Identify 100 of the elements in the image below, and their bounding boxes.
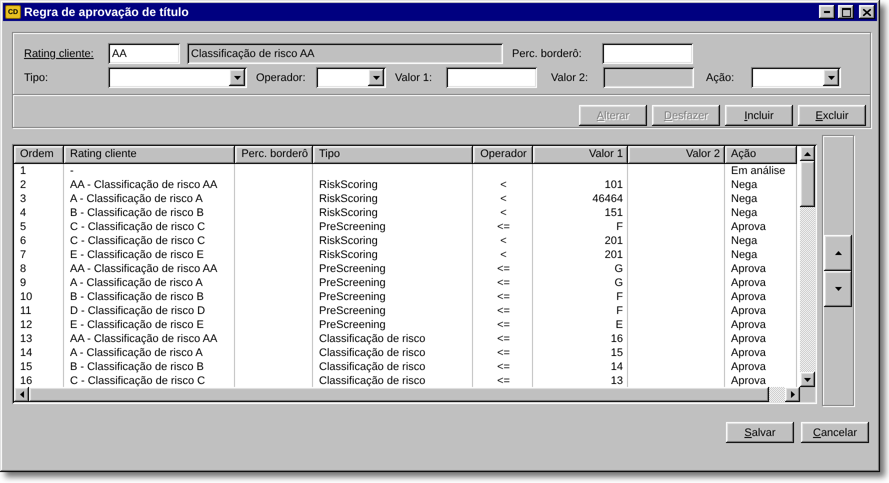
table-cell: 7 <box>14 248 64 262</box>
table-cell: PreScreening <box>313 276 473 290</box>
minimize-button[interactable] <box>819 5 835 19</box>
table-cell: Aprova <box>725 290 797 304</box>
incluir-button[interactable]: Incluir <box>725 105 793 126</box>
close-button[interactable] <box>859 5 875 19</box>
table-cell: Aprova <box>725 276 797 290</box>
maximize-button[interactable] <box>838 5 854 19</box>
table-cell: 10 <box>14 290 64 304</box>
table-cell: <= <box>473 360 533 374</box>
minimize-icon <box>824 11 830 13</box>
scroll-right-button[interactable] <box>785 387 800 402</box>
table-cell: RiskScoring <box>313 248 473 262</box>
table-cell: <= <box>473 346 533 360</box>
table-cell: 12 <box>14 318 64 332</box>
table-cell: < <box>473 248 533 262</box>
table-cell: Aprova <box>725 360 797 374</box>
column-header[interactable]: Ordem <box>14 146 64 164</box>
table-cell: 6 <box>14 234 64 248</box>
cancel-button[interactable]: Cancelar <box>801 422 869 443</box>
table-cell: E - Classificação de risco E <box>64 318 235 332</box>
table-cell: 2 <box>14 178 64 192</box>
table-cell: 11 <box>14 304 64 318</box>
table-cell: A - Classificação de risco A <box>64 192 235 206</box>
table-cell: Nega <box>725 234 797 248</box>
table-cell: <= <box>473 290 533 304</box>
table-cell: <= <box>473 262 533 276</box>
table-cell: E <box>533 318 628 332</box>
dropdown[interactable] <box>108 67 247 88</box>
table-cell: AA - Classificação de risco AA <box>64 262 235 276</box>
table-cell: Em análise <box>725 164 797 178</box>
table-cell: <= <box>473 220 533 234</box>
table-cell: 16 <box>533 332 628 346</box>
table-cell: <= <box>473 276 533 290</box>
table-cell: 8 <box>14 262 64 276</box>
table-cell: RiskScoring <box>313 206 473 220</box>
table-cell: AA - Classificação de risco AA <box>64 178 235 192</box>
table-cell: 201 <box>533 248 628 262</box>
up-triangle-icon <box>834 250 842 254</box>
table-cell: E - Classificação de risco E <box>64 248 235 262</box>
text-field[interactable] <box>446 67 537 88</box>
scroll-left-button[interactable] <box>14 387 29 402</box>
dropdown[interactable] <box>316 67 386 88</box>
table-cell: < <box>473 234 533 248</box>
table-cell: 4 <box>14 206 64 220</box>
table-cell: 101 <box>533 178 628 192</box>
window-title: Regra de aprovação de título <box>24 5 190 19</box>
field-label: Valor 2: <box>551 72 590 84</box>
column-header[interactable]: Ação <box>725 146 797 164</box>
table-cell: < <box>473 178 533 192</box>
column-header[interactable]: Valor 1 <box>533 146 628 164</box>
scroll-thumb[interactable] <box>800 161 815 207</box>
table-cell: Aprova <box>725 304 797 318</box>
column-header[interactable]: Operador <box>473 146 533 164</box>
move-down-button[interactable] <box>824 270 852 306</box>
table-cell: Aprova <box>725 332 797 346</box>
table-cell: G <box>533 276 628 290</box>
table-cell: RiskScoring <box>313 234 473 248</box>
table-cell: PreScreening <box>313 262 473 276</box>
field-label: Perc. borderô: <box>512 48 583 60</box>
table-cell: Nega <box>725 178 797 192</box>
move-up-button[interactable] <box>824 234 852 270</box>
table-cell: PreScreening <box>313 220 473 234</box>
scrollbar-corner <box>800 387 815 402</box>
table-cell: <= <box>473 332 533 346</box>
maximize-icon <box>842 8 850 16</box>
text-field[interactable]: AA <box>108 43 180 64</box>
text-field[interactable] <box>602 43 693 64</box>
table-cell: A - Classificação de risco A <box>64 346 235 360</box>
vertical-scrollbar[interactable] <box>800 146 815 387</box>
scroll-down-button[interactable] <box>800 372 815 387</box>
table-cell: RiskScoring <box>313 192 473 206</box>
table-cell: Classificação de risco <box>313 332 473 346</box>
save-button[interactable]: Salvar <box>726 422 794 443</box>
table-cell: B - Classificação de risco B <box>64 290 235 304</box>
table-cell: 1 <box>14 164 64 178</box>
excluir-button[interactable]: Excluir <box>798 105 866 126</box>
dropdown[interactable] <box>751 67 841 88</box>
column-header[interactable]: Rating cliente <box>64 146 235 164</box>
table-cell: C - Classificação de risco C <box>64 234 235 248</box>
table-cell: C - Classificação de risco C <box>64 220 235 234</box>
field-label: Valor 1: <box>395 72 434 84</box>
table-cell: A - Classificação de risco A <box>64 276 235 290</box>
column-header[interactable]: Tipo <box>313 146 473 164</box>
field-label: Ação: <box>706 72 736 84</box>
table-cell: 46464 <box>533 192 628 206</box>
text-field[interactable]: Classificação de risco AA <box>187 43 503 64</box>
field-label: Operador: <box>256 72 307 84</box>
table-cell: 14 <box>533 360 628 374</box>
column-header[interactable]: Valor 2 <box>628 146 725 164</box>
table-cell: 9 <box>14 276 64 290</box>
scroll-up-button[interactable] <box>800 146 815 161</box>
column-header[interactable]: Perc. borderô <box>235 146 313 164</box>
table-cell: 3 <box>14 192 64 206</box>
table-cell: Aprova <box>725 346 797 360</box>
table-cell: D - Classificação de risco D <box>64 304 235 318</box>
dropdown-arrow-icon <box>372 76 380 80</box>
table-cell: B - Classificação de risco B <box>64 206 235 220</box>
table-cell: Classificação de risco <box>313 360 473 374</box>
table-cell: G <box>533 262 628 276</box>
